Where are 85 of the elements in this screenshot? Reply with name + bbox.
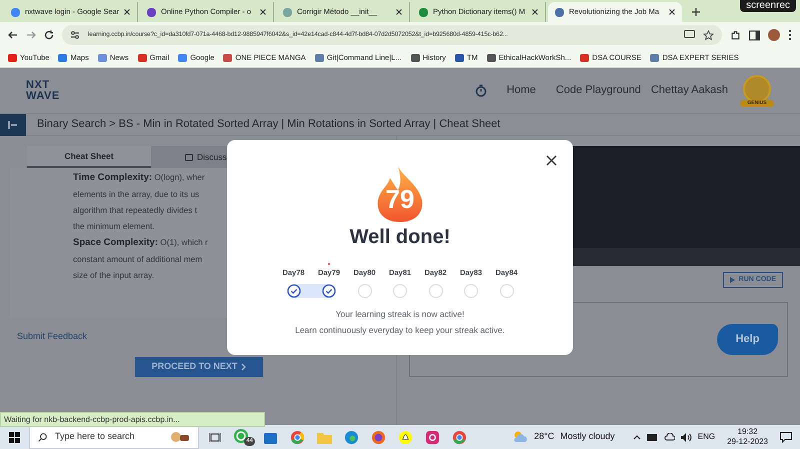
back-icon[interactable] <box>8 30 18 40</box>
cheat-sheet-text: algorithm that repeatedly divides t <box>73 204 198 217</box>
cheat-sheet-text: Time Complexity: O(logn), wher <box>73 171 205 185</box>
tab-close-icon[interactable] <box>532 9 538 15</box>
bookmark-favicon-icon <box>314 54 324 62</box>
streak-message: Your learning streak is now active! <box>336 308 464 321</box>
battery-icon[interactable] <box>646 434 658 440</box>
bookmark-favicon-icon <box>178 54 188 62</box>
install-icon[interactable] <box>684 30 695 40</box>
nav-link[interactable]: Home <box>506 82 536 99</box>
cheat-sheet-text: Space Complexity: O(1), which r <box>73 236 208 250</box>
streak-message: Learn continuously everyday to keep your streak active. <box>295 324 505 337</box>
profile-avatar[interactable] <box>768 29 780 41</box>
tab-close-icon[interactable] <box>669 9 675 15</box>
play-icon <box>730 277 735 283</box>
cheat-sheet-text: constant amount of additional mem <box>73 253 202 266</box>
proceed-to-next-button[interactable]: PROCEED TO NEXT <box>135 357 263 377</box>
bookmark-favicon-icon <box>410 54 420 62</box>
collapse-icon[interactable] <box>8 120 18 128</box>
side-panel-icon[interactable] <box>749 30 760 40</box>
clock-time[interactable]: 19:32 <box>738 427 758 437</box>
bookmark-favicon-icon <box>98 54 107 62</box>
notification-icon[interactable] <box>780 432 792 442</box>
cheat-sheet-text: the minimum element. <box>73 220 155 233</box>
sidebar-toggle[interactable] <box>0 114 26 136</box>
weather-cloud-icon <box>512 431 528 443</box>
more-icon[interactable] <box>788 29 792 41</box>
snapchat-icon[interactable] <box>398 430 413 444</box>
modal-title: Well done! <box>350 225 450 249</box>
breadcrumb: Binary Search > BS - Min in Rotated Sorted Array | Min Rotations in Sorted Array | Cheat Sheet <box>37 117 500 132</box>
bookmark-favicon-icon <box>580 54 590 62</box>
bookmark-favicon-icon <box>454 54 464 62</box>
tab-favicon-icon <box>555 8 564 16</box>
temperature: 28°C <box>534 430 554 444</box>
tab-favicon-icon <box>283 8 292 16</box>
user-name[interactable]: Chettay Aakash <box>650 82 728 99</box>
cheat-sheet-text: size of the input array. <box>73 269 154 282</box>
cloud-icon[interactable] <box>664 433 675 441</box>
windows-start-icon[interactable] <box>9 432 20 442</box>
language-indicator[interactable]: ENG <box>698 431 716 443</box>
new-tab-icon[interactable] <box>692 8 700 16</box>
nxtwave-logo[interactable]: NXT WAVE <box>26 80 60 102</box>
taskbar-search-field[interactable]: Type here to search <box>29 425 199 449</box>
cheat-sheet-text: elements in the array, due to its us <box>73 188 200 201</box>
clock-date[interactable]: 29-12-2023 <box>727 437 768 447</box>
tab-favicon-icon <box>11 8 20 16</box>
bookmark-favicon-icon <box>138 54 147 62</box>
bookmark-favicon-icon <box>650 54 660 62</box>
chevron-right-icon <box>241 363 246 371</box>
chevron-up-icon[interactable] <box>632 434 641 440</box>
nav-link[interactable]: Code Playground <box>556 82 641 99</box>
site-settings-icon[interactable] <box>70 30 80 40</box>
bookmark-favicon-icon <box>8 54 17 62</box>
tab-close-icon[interactable] <box>124 9 130 15</box>
chrome-icon[interactable] <box>452 430 467 444</box>
streak-count: 79 <box>386 185 414 213</box>
stopwatch-icon[interactable] <box>474 84 487 97</box>
star-icon[interactable] <box>703 30 714 40</box>
edge-icon[interactable] <box>344 430 359 444</box>
bookmark-favicon-icon <box>223 54 232 62</box>
bookmark-favicon-icon <box>58 54 68 62</box>
task-view-icon[interactable] <box>209 432 221 442</box>
help-button[interactable]: Help <box>717 324 778 355</box>
bookmark-favicon-icon <box>486 54 496 62</box>
forward-icon[interactable] <box>26 30 36 40</box>
tab-favicon-icon <box>419 8 428 16</box>
extensions-icon[interactable] <box>730 30 741 40</box>
speaker-icon[interactable] <box>680 432 692 442</box>
chrome-icon[interactable] <box>290 430 305 444</box>
comment-icon <box>185 154 193 160</box>
tab-favicon-icon <box>147 8 156 16</box>
search-icon <box>38 432 47 442</box>
status-bubble: Waiting for nkb-backend-ccbp-prod-apis.ccbp.in... <box>0 412 265 427</box>
screen-recorder-label: screenrec <box>740 0 796 12</box>
firefox-icon[interactable] <box>371 430 386 444</box>
user-avatar[interactable] <box>743 74 771 102</box>
tab-close-icon[interactable] <box>260 9 266 15</box>
flame-icon <box>376 166 424 222</box>
weather-text: Mostly cloudy <box>560 430 615 444</box>
search-placeholder: Type here to search <box>55 430 135 444</box>
instagram-icon[interactable] <box>425 430 440 444</box>
tab-close-icon[interactable] <box>396 9 402 15</box>
content-tab[interactable]: Cheat Sheet <box>27 146 151 168</box>
reload-icon[interactable] <box>44 30 54 40</box>
close-icon[interactable] <box>546 155 557 166</box>
